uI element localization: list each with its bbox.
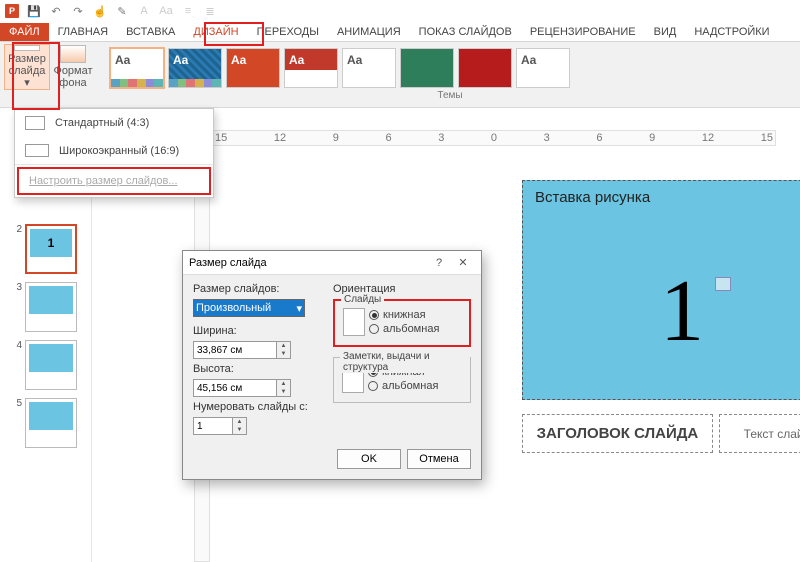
font-size-icon[interactable]: Aa [158, 3, 174, 19]
dialog-help-button[interactable]: ? [427, 257, 451, 269]
tab-animation[interactable]: АНИМАЦИЯ [328, 23, 410, 41]
slide-number-text: 1 [523, 261, 800, 362]
touch-mode-icon[interactable]: ☝ [92, 3, 108, 19]
slide-size-dialog: Размер слайда ? ✕ Размер слайдов: Произв… [182, 250, 482, 480]
width-spinner[interactable]: ▲▼ [277, 341, 291, 359]
radio-notes-landscape[interactable]: альбомная [368, 380, 438, 392]
tab-slideshow[interactable]: ПОКАЗ СЛАЙДОВ [410, 23, 521, 41]
bullets-icon[interactable]: ≡ [180, 3, 196, 19]
theme-5[interactable]: Aa [342, 48, 396, 88]
undo-icon[interactable]: ↶ [48, 3, 64, 19]
format-bg-icon [60, 45, 86, 63]
format-background-button[interactable]: Формат фона [50, 44, 96, 90]
ribbon-group-customize: Размер слайда ▾ Формат фона [0, 42, 100, 107]
number-spinner[interactable]: ▲▼ [233, 417, 247, 435]
quick-access-toolbar: P 💾 ↶ ↷ ☝ ✎ A Aa ≡ ≣ [0, 0, 800, 22]
thumb-2[interactable]: 1 [25, 224, 77, 274]
format-painter-icon[interactable]: ✎ [114, 3, 130, 19]
ribbon-group-themes: Aa Aa Aa Aa Aa Aa Темы [100, 42, 800, 107]
width-input[interactable] [193, 341, 277, 359]
theme-6[interactable] [400, 48, 454, 88]
thumb-row-2: 2 1 [14, 224, 77, 274]
picture-placeholder-label: Вставка рисунка [535, 189, 650, 206]
dialog-title-text: Размер слайда [189, 257, 267, 269]
dialog-close-button[interactable]: ✕ [451, 256, 475, 269]
width-label: Ширина: [193, 325, 323, 337]
slide-size-icon [14, 45, 40, 51]
dd-separator [15, 164, 213, 165]
tab-home[interactable]: ГЛАВНАЯ [49, 23, 117, 41]
save-icon[interactable]: 💾 [26, 3, 42, 19]
size-select[interactable]: Произвольный▾ [193, 299, 305, 317]
dd-custom-size[interactable]: Настроить размер слайдов... [17, 167, 211, 195]
height-label: Высота: [193, 363, 323, 375]
number-from-input[interactable] [193, 417, 233, 435]
theme-4[interactable]: Aa [284, 48, 338, 88]
number-from-label: Нумеровать слайды с: [193, 401, 323, 413]
font-icon[interactable]: A [136, 3, 152, 19]
cancel-button[interactable]: Отмена [407, 449, 471, 469]
numbering-icon[interactable]: ≣ [202, 3, 218, 19]
tab-file[interactable]: ФАЙЛ [0, 23, 49, 41]
app-icon: P [4, 3, 20, 19]
theme-7[interactable] [458, 48, 512, 88]
picture-placeholder[interactable]: Вставка рисунка 1 [522, 180, 800, 400]
theme-1[interactable]: Aa [110, 48, 164, 88]
horizontal-ruler: 151296303691215 [212, 130, 776, 146]
height-spinner[interactable]: ▲▼ [277, 379, 291, 397]
thumb-5[interactable] [25, 398, 77, 448]
tab-addins[interactable]: НАДСТРОЙКИ [685, 23, 778, 41]
dd-widescreen[interactable]: Широкоэкранный (16:9) [15, 137, 213, 164]
theme-2[interactable]: Aa [168, 48, 222, 88]
slide-size-button[interactable]: Размер слайда ▾ [4, 44, 50, 90]
themes-caption: Темы [104, 88, 796, 101]
tab-insert[interactable]: ВСТАВКА [117, 23, 184, 41]
text-placeholder[interactable]: Текст слайда [719, 414, 800, 453]
dialog-titlebar: Размер слайда ? ✕ [183, 251, 481, 275]
height-input[interactable] [193, 379, 277, 397]
orientation-slides-group: Слайды книжная альбомная [333, 299, 471, 347]
page-portrait-icon [343, 308, 365, 336]
theme-3[interactable]: Aa [226, 48, 280, 88]
slide-canvas[interactable]: Вставка рисунка 1 ЗАГОЛОВОК СЛАЙДА Текст… [522, 180, 800, 476]
radio-slides-landscape[interactable]: альбомная [369, 323, 439, 335]
title-placeholder[interactable]: ЗАГОЛОВОК СЛАЙДА [522, 414, 713, 453]
thumb-4[interactable] [25, 340, 77, 390]
slide-size-dropdown: Стандартный (4:3) Широкоэкранный (16:9) … [14, 108, 214, 198]
ratio-169-icon [25, 144, 49, 157]
redo-icon[interactable]: ↷ [70, 3, 86, 19]
radio-slides-portrait[interactable]: книжная [369, 309, 439, 321]
orientation-notes-group: Заметки, выдачи и структура книжная альб… [333, 357, 471, 403]
chevron-down-icon: ▾ [296, 302, 302, 315]
tab-transitions[interactable]: ПЕРЕХОДЫ [248, 23, 328, 41]
ratio-43-icon [25, 116, 45, 130]
themes-gallery[interactable]: Aa Aa Aa Aa Aa Aa [104, 44, 796, 88]
ribbon-tabs: ФАЙЛ ГЛАВНАЯ ВСТАВКА ДИЗАЙН ПЕРЕХОДЫ АНИ… [0, 22, 800, 42]
tab-view[interactable]: ВИД [645, 23, 686, 41]
ok-button[interactable]: OK [337, 449, 401, 469]
ribbon: Размер слайда ▾ Формат фона Aa Aa Aa Aa … [0, 42, 800, 108]
tab-design[interactable]: ДИЗАЙН [184, 23, 247, 41]
dd-standard[interactable]: Стандартный (4:3) [15, 109, 213, 137]
thumb-3[interactable] [25, 282, 77, 332]
tab-review[interactable]: РЕЦЕНЗИРОВАНИЕ [521, 23, 645, 41]
size-label: Размер слайдов: [193, 283, 323, 295]
theme-8[interactable]: Aa [516, 48, 570, 88]
